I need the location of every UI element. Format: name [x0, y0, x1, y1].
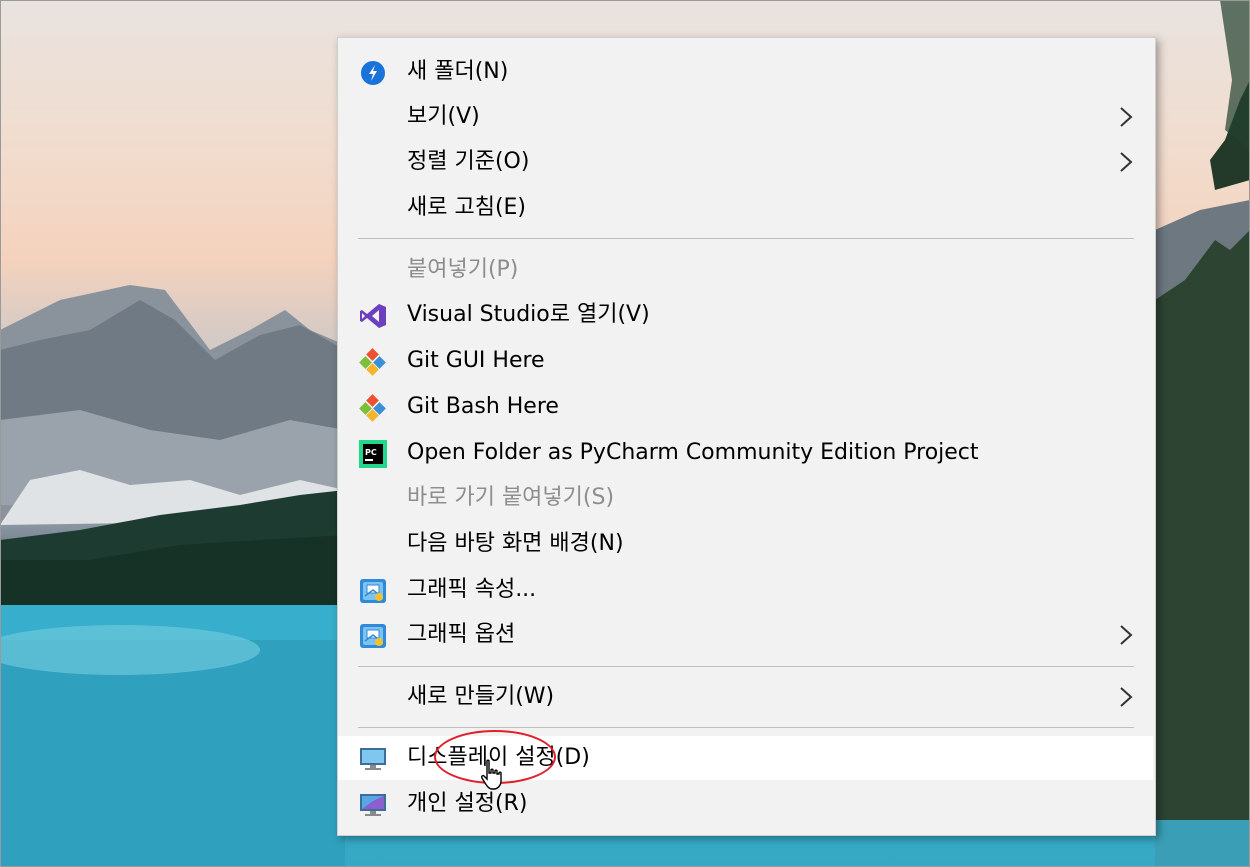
menu-item-sort-by[interactable]: 정렬 기준(O) — [338, 140, 1153, 184]
menu-item-label: 그래픽 옵션 — [407, 622, 516, 647]
menu-item-label: 새로 만들기(W) — [407, 684, 555, 709]
menu-item-label: 바로 가기 붙여넣기(S) — [407, 485, 615, 510]
menu-item-refresh[interactable]: 새로 고침(E) — [338, 186, 1153, 230]
menu-item-open-pycharm[interactable]: PC Open Folder as PyCharm Community Edit… — [338, 431, 1153, 475]
menu-separator — [358, 727, 1134, 728]
menu-item-label: Git GUI Here — [407, 348, 545, 373]
intel-graphics-icon — [358, 578, 388, 604]
new-folder-quick-icon — [358, 60, 388, 86]
git-icon — [358, 348, 388, 376]
menu-item-paste-shortcut: 바로 가기 붙여넣기(S) — [338, 476, 1153, 520]
mouse-pointer-icon — [481, 759, 502, 790]
menu-item-new-folder[interactable]: 새 폴더(N) — [338, 50, 1153, 94]
menu-item-label: 새 폴더(N) — [407, 59, 509, 84]
personalize-icon — [358, 792, 388, 818]
menu-item-personalize[interactable]: 개인 설정(R) — [338, 782, 1153, 826]
menu-item-display-settings[interactable]: 디스플레이 설정(D) — [338, 736, 1153, 780]
menu-item-next-background[interactable]: 다음 바탕 화면 배경(N) — [338, 522, 1153, 566]
menu-item-open-visual-studio[interactable]: Visual Studio로 열기(V) — [338, 293, 1153, 337]
menu-separator — [358, 238, 1134, 239]
menu-item-graphics-properties[interactable]: 그래픽 속성... — [338, 568, 1153, 612]
menu-item-label: 붙여넣기(P) — [407, 257, 519, 282]
menu-item-label: 그래픽 속성... — [407, 577, 537, 602]
menu-item-git-bash[interactable]: Git Bash Here — [338, 385, 1153, 429]
pycharm-icon: PC — [358, 440, 388, 468]
menu-item-label: 보기(V) — [407, 104, 480, 129]
menu-item-label: 개인 설정(R) — [407, 791, 528, 816]
chevron-right-icon — [1120, 687, 1133, 707]
menu-item-paste: 붙여넣기(P) — [338, 248, 1153, 292]
menu-item-view[interactable]: 보기(V) — [338, 95, 1153, 139]
chevron-right-icon — [1120, 625, 1133, 645]
display-settings-icon — [358, 746, 388, 772]
menu-item-label: 새로 고침(E) — [407, 195, 527, 220]
intel-graphics-icon — [358, 623, 388, 649]
menu-item-label: Visual Studio로 열기(V) — [407, 302, 650, 327]
chevron-right-icon — [1120, 152, 1133, 172]
chevron-right-icon — [1120, 107, 1133, 127]
visual-studio-icon — [358, 303, 388, 329]
menu-separator — [358, 666, 1134, 667]
menu-item-graphics-options[interactable]: 그래픽 옵션 — [338, 613, 1153, 657]
git-icon — [358, 394, 388, 422]
menu-item-git-gui[interactable]: Git GUI Here — [338, 339, 1153, 383]
desktop-context-menu: 새 폴더(N) 보기(V) 정렬 기준(O) 새로 고침(E) 붙여넣기(P) … — [337, 37, 1156, 836]
svg-text:PC: PC — [365, 448, 377, 457]
menu-item-label: 다음 바탕 화면 배경(N) — [407, 531, 624, 556]
menu-item-new[interactable]: 새로 만들기(W) — [338, 675, 1153, 719]
menu-item-label: 정렬 기준(O) — [407, 149, 530, 174]
menu-item-label: Git Bash Here — [407, 394, 559, 419]
menu-item-label: Open Folder as PyCharm Community Edition… — [407, 440, 979, 465]
